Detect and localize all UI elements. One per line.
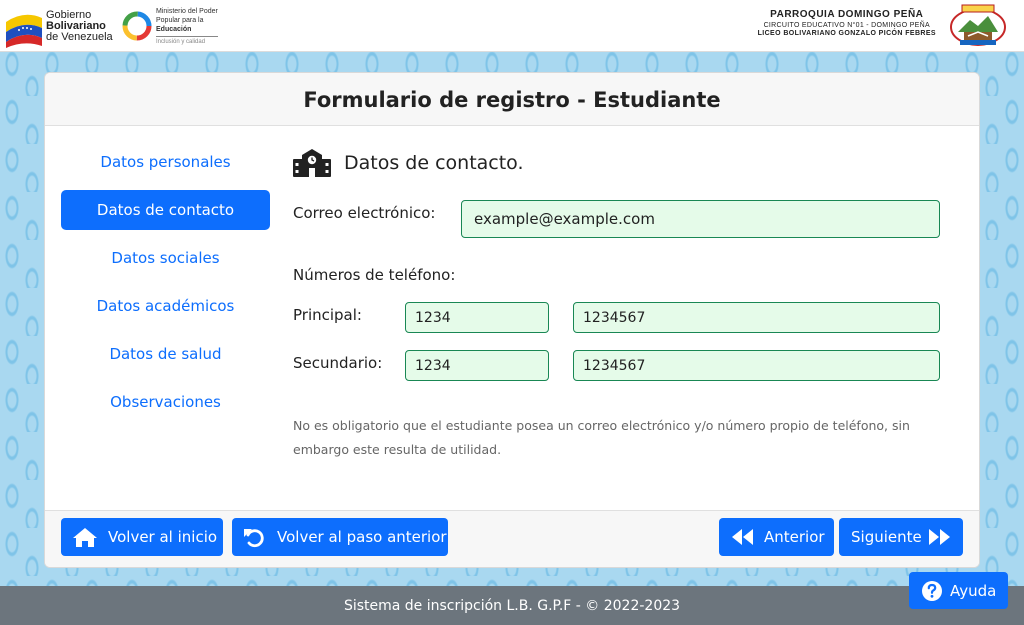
email-label: Correo electrónico: (293, 204, 436, 222)
ministry-emblem-icon (122, 11, 152, 41)
school-crest-icon (950, 4, 1006, 46)
backward-icon (732, 529, 753, 545)
nav-item-datos-de-salud[interactable]: Datos de salud (61, 334, 270, 374)
email-field[interactable] (461, 200, 940, 238)
school-name: LICEO BOLIVARIANO GONZALO PICÓN FEBRES (757, 30, 936, 37)
parish-name: PARROQUIA DOMINGO PEÑA (770, 9, 924, 20)
government-logo: Gobierno Bolivariano de Venezuela (4, 6, 116, 48)
ministry-logo: Ministerio del Poder Popular para la Edu… (121, 6, 231, 48)
primary-phone-number-field[interactable] (573, 302, 940, 333)
page-footer: Sistema de inscripción L.B. G.P.F - © 20… (0, 586, 1024, 625)
phones-heading: Números de teléfono: (293, 266, 456, 284)
ministry-line2: Popular para la (156, 17, 204, 24)
nav-item-observaciones[interactable]: Observaciones (61, 382, 270, 422)
registration-form-card: Formulario de registro - Estudiante Dato… (44, 72, 980, 568)
secondary-phone-number-field[interactable] (573, 350, 940, 381)
question-circle-icon (922, 581, 942, 601)
gov-logo-line3: de Venezuela (46, 31, 113, 43)
nav-item-datos-personales[interactable]: Datos personales (61, 142, 270, 182)
school-icon (293, 149, 331, 177)
primary-phone-code-field[interactable] (405, 302, 549, 333)
home-button[interactable]: Volver al inicio (61, 518, 223, 556)
institution-info: PARROQUIA DOMINGO PEÑA CIRCUITO EDUCATIV… (758, 9, 936, 37)
previous-button-label: Anterior (764, 528, 825, 546)
nav-item-datos-sociales[interactable]: Datos sociales (61, 238, 270, 278)
venezuela-flag-icon (6, 14, 42, 48)
home-icon (73, 528, 97, 547)
previous-button[interactable]: Anterior (719, 518, 834, 556)
next-button[interactable]: Siguiente (839, 518, 963, 556)
form-title: Formulario de registro - Estudiante (45, 73, 979, 126)
undo-icon (244, 529, 264, 548)
primary-phone-label: Principal: (293, 306, 362, 324)
forward-icon (929, 529, 950, 545)
next-button-label: Siguiente (851, 528, 922, 546)
ministry-line1: Ministerio del Poder (156, 8, 218, 15)
secondary-phone-code-field[interactable] (405, 350, 549, 381)
help-button[interactable]: Ayuda (909, 572, 1008, 609)
form-steps-nav: Datos personales Datos de contacto Datos… (61, 142, 270, 430)
ministry-line3: Educación (156, 26, 192, 33)
nav-item-datos-academicos[interactable]: Datos académicos (61, 286, 270, 326)
ministry-tagline: Inclusión y calidad (156, 36, 218, 47)
help-text: No es obligatorio que el estudiante pose… (293, 418, 910, 457)
back-step-button[interactable]: Volver al paso anterior (232, 518, 448, 556)
help-button-label: Ayuda (950, 582, 997, 600)
secondary-phone-label: Secundario: (293, 354, 383, 372)
home-button-label: Volver al inicio (108, 528, 218, 546)
top-header: Gobierno Bolivariano de Venezuela Minist… (0, 0, 1024, 52)
section-title: Datos de contacto. (344, 152, 524, 174)
nav-item-datos-de-contacto[interactable]: Datos de contacto (61, 190, 270, 230)
back-step-button-label: Volver al paso anterior (277, 528, 447, 546)
circuit-name: CIRCUITO EDUCATIVO N°01 - DOMINGO PEÑA (763, 22, 930, 29)
